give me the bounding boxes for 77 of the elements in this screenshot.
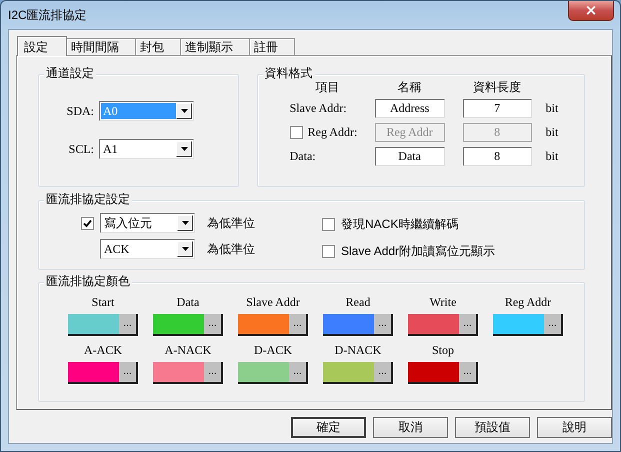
tab[interactable]: 封包 — [135, 38, 181, 55]
checkbox[interactable] — [322, 218, 335, 231]
color-label: Data — [176, 295, 200, 310]
browse-button[interactable]: ... — [289, 362, 306, 382]
caret-icon — [182, 221, 188, 225]
color-swatch[interactable] — [68, 362, 119, 382]
browse-button[interactable]: ... — [459, 362, 476, 382]
checkbox[interactable] — [322, 245, 335, 258]
browse-button[interactable]: ... — [289, 314, 306, 334]
caret-icon — [180, 109, 188, 113]
name-field[interactable]: Address — [374, 99, 445, 118]
color-swatch[interactable] — [153, 362, 204, 382]
color-label: D-NACK — [334, 343, 382, 358]
browse-button[interactable]: ... — [119, 314, 136, 334]
browse-button[interactable]: ... — [204, 362, 221, 382]
field-label: SCL: — [68, 142, 94, 156]
unit-label: bit — [546, 149, 560, 164]
dialog-button[interactable]: 預設值 — [455, 417, 530, 438]
tab[interactable]: 設定 — [17, 36, 67, 56]
color-label: Slave Addr — [245, 295, 301, 310]
length-field[interactable]: 8 — [462, 147, 532, 166]
field-label: SDA: — [66, 104, 94, 118]
color-label: Start — [90, 295, 116, 310]
group-title: 匯流排協定顏色 — [46, 274, 130, 288]
color-label: A-ACK — [83, 343, 123, 358]
combo-caption: 為低準位 — [207, 240, 256, 258]
color-label: A-NACK — [164, 343, 212, 358]
dropdown[interactable]: A1 — [99, 139, 194, 159]
row-label: Slave Addr: — [290, 101, 348, 116]
color-swatch[interactable] — [408, 314, 459, 334]
color-label: Write — [428, 295, 458, 310]
browse-button[interactable]: ... — [204, 314, 221, 334]
length-field[interactable]: 7 — [462, 99, 532, 118]
color-swatch[interactable] — [408, 362, 459, 382]
color-label: Read — [344, 295, 372, 310]
color-swatch[interactable] — [238, 314, 289, 334]
column-header: 項目 — [314, 80, 341, 94]
unit-label: bit — [546, 101, 560, 116]
color-swatch[interactable] — [238, 362, 289, 382]
dropdown[interactable]: 寫入位元 — [100, 213, 195, 233]
option-label: Slave Addr附加讀寫位元顯示 — [341, 243, 496, 260]
browse-button[interactable]: ... — [374, 362, 391, 382]
row-label: Reg Addr: — [308, 125, 358, 140]
group-title: 通道設定 — [46, 66, 94, 80]
color-swatch[interactable] — [493, 314, 544, 334]
color-swatch[interactable] — [323, 362, 374, 382]
column-header: 資料長度 — [472, 80, 522, 94]
unit-label: bit — [546, 125, 560, 140]
color-swatch[interactable] — [153, 314, 204, 334]
group-title: 匯流排協定設定 — [46, 192, 130, 206]
tab[interactable]: 時間間隔 — [66, 38, 136, 55]
tab[interactable]: 註冊 — [249, 38, 295, 55]
tab[interactable]: 進制顯示 — [180, 38, 250, 55]
color-label: D-ACK — [253, 343, 293, 358]
dialog-button[interactable]: 說明 — [537, 417, 612, 438]
color-label: Stop — [430, 343, 455, 358]
group-title: 資料格式 — [264, 66, 313, 80]
row-label: Data: — [290, 149, 317, 164]
color-label: Reg Addr — [504, 295, 552, 310]
column-header: 名稱 — [396, 80, 423, 94]
close-button[interactable]: × — [568, 1, 614, 21]
caret-icon — [182, 247, 188, 251]
color-swatch[interactable] — [323, 314, 374, 334]
browse-button[interactable]: ... — [119, 362, 136, 382]
dropdown[interactable]: ACK — [100, 239, 195, 259]
browse-button[interactable]: ... — [459, 314, 476, 334]
name-field[interactable]: Data — [374, 147, 445, 166]
combo-caption: 為低準位 — [207, 214, 256, 232]
caret-icon — [180, 147, 188, 151]
color-swatch[interactable] — [68, 314, 119, 334]
option-label: 發現NACK時繼續解碼 — [341, 216, 458, 233]
dialog-button[interactable]: 取消 — [373, 417, 448, 438]
window-title: I2C匯流排協定 — [8, 6, 87, 24]
browse-button[interactable]: ... — [544, 314, 561, 334]
checkbox[interactable] — [81, 216, 94, 230]
dialog-button[interactable]: 確定 — [291, 417, 366, 438]
browse-button[interactable]: ... — [374, 314, 391, 334]
